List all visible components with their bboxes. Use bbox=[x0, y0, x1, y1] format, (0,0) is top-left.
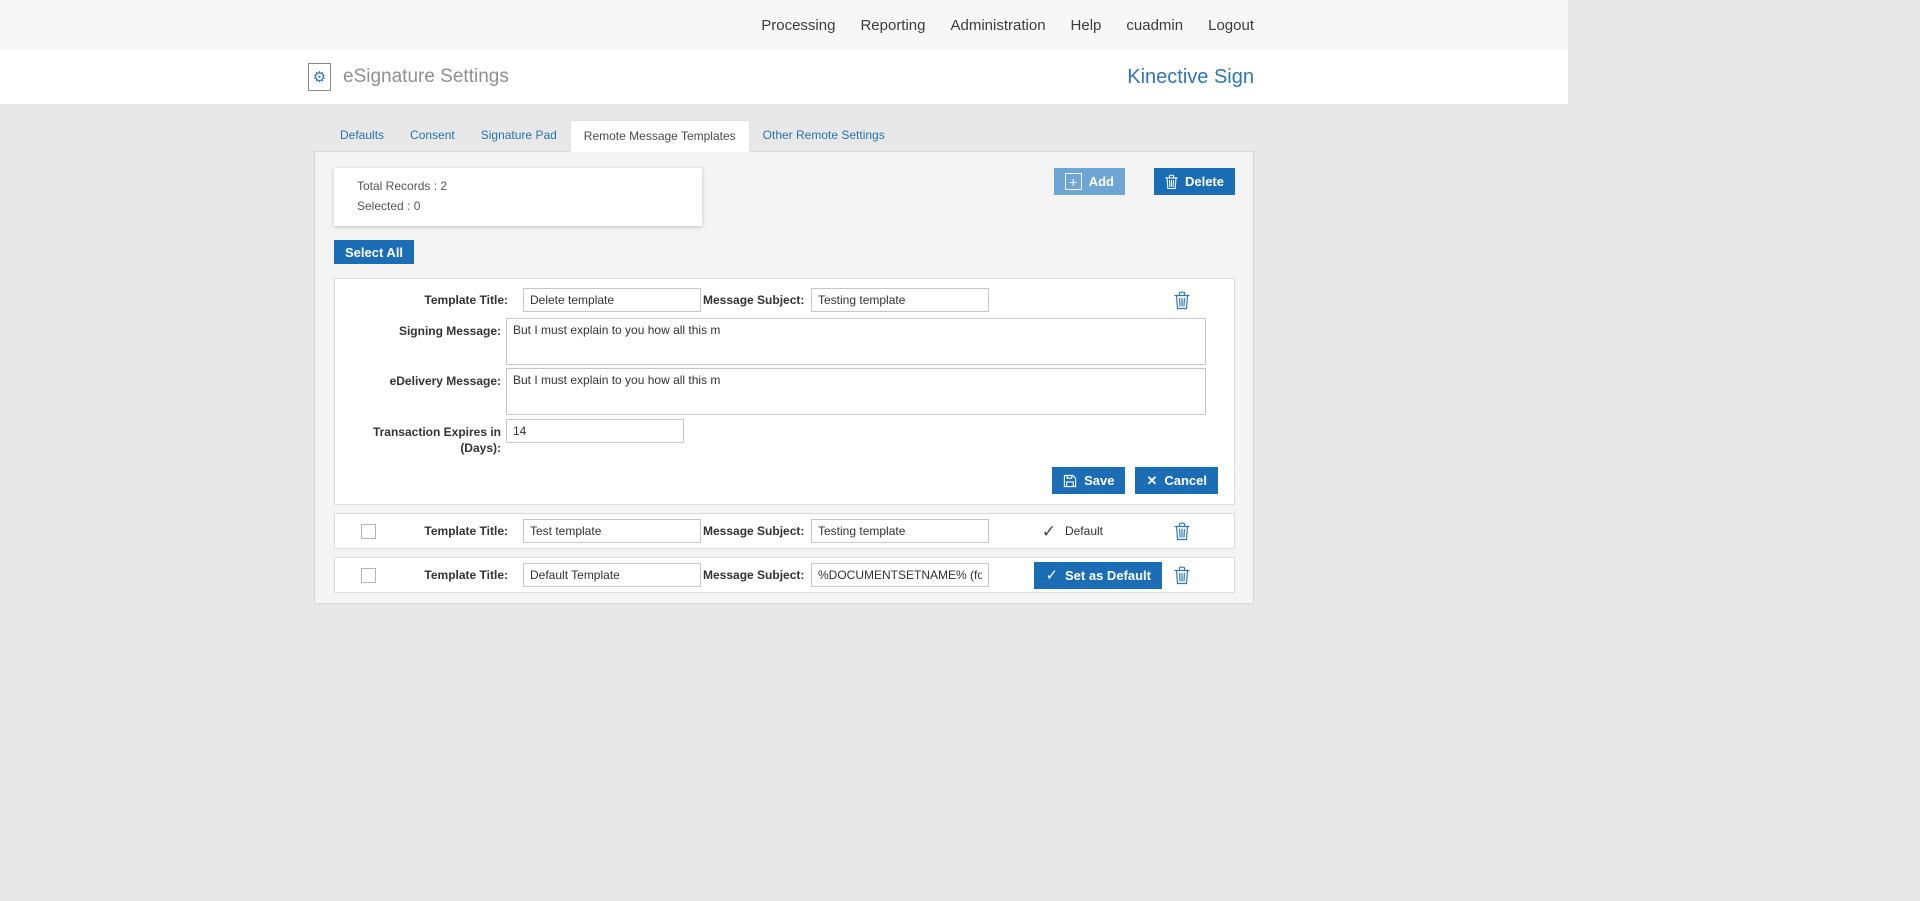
delete-button[interactable]: Delete bbox=[1154, 168, 1235, 195]
template-title-input[interactable] bbox=[523, 519, 701, 543]
message-subject-label: Message Subject: bbox=[703, 292, 803, 308]
transaction-expires-label: Transaction Expires in (Days): bbox=[351, 419, 501, 456]
top-navigation-bar: Processing Reporting Administration Help… bbox=[0, 0, 1568, 50]
signing-message-label: Signing Message: bbox=[351, 318, 501, 339]
transaction-expires-input[interactable] bbox=[506, 419, 684, 443]
tab-consent[interactable]: Consent bbox=[397, 120, 468, 151]
trash-icon bbox=[1165, 174, 1178, 190]
page: Processing Reporting Administration Help… bbox=[0, 0, 1568, 901]
header-title-group: ⚙ eSignature Settings bbox=[308, 63, 509, 91]
nav-item-administration[interactable]: Administration bbox=[951, 17, 1046, 34]
save-button[interactable]: Save bbox=[1052, 467, 1125, 494]
save-button-label: Save bbox=[1084, 473, 1114, 488]
set-as-default-label: Set as Default bbox=[1065, 568, 1151, 583]
message-subject-input[interactable] bbox=[811, 563, 989, 587]
settings-tabs: Defaults Consent Signature Pad Remote Me… bbox=[327, 120, 1254, 151]
trash-icon bbox=[1174, 522, 1190, 541]
trash-icon bbox=[1174, 291, 1190, 310]
nav-item-logout[interactable]: Logout bbox=[1208, 17, 1254, 34]
template-title-label: Template Title: bbox=[351, 292, 508, 308]
nav-item-cuadmin[interactable]: cuadmin bbox=[1126, 17, 1183, 34]
message-subject-input[interactable] bbox=[811, 519, 989, 543]
add-button-label: Add bbox=[1089, 174, 1114, 189]
save-icon bbox=[1063, 474, 1077, 488]
template-title-label: Template Title: bbox=[376, 523, 508, 539]
check-icon: ✓ bbox=[1042, 523, 1056, 540]
row-checkbox[interactable] bbox=[361, 568, 376, 583]
tab-signature-pad[interactable]: Signature Pad bbox=[468, 120, 570, 151]
app-header: ⚙ eSignature Settings Kinective Sign bbox=[0, 50, 1568, 105]
delete-template-button[interactable] bbox=[1174, 291, 1190, 310]
trash-icon bbox=[1174, 566, 1190, 585]
records-summary: Total Records : 2 Selected : 0 bbox=[334, 168, 702, 226]
tab-remote-message-templates[interactable]: Remote Message Templates bbox=[570, 120, 750, 152]
edelivery-message-textarea[interactable]: But I must explain to you how all this m bbox=[506, 368, 1206, 415]
total-records-text: Total Records : 2 bbox=[357, 176, 692, 196]
nav-item-processing[interactable]: Processing bbox=[761, 17, 835, 34]
message-subject-label: Message Subject: bbox=[703, 567, 803, 583]
nav-item-help[interactable]: Help bbox=[1071, 17, 1102, 34]
row-checkbox[interactable] bbox=[361, 524, 376, 539]
delete-template-button[interactable] bbox=[1174, 566, 1190, 585]
esignature-settings-icon: ⚙ bbox=[308, 63, 331, 91]
check-icon: ✓ bbox=[1045, 568, 1058, 583]
set-as-default-button[interactable]: ✓ Set as Default bbox=[1034, 562, 1162, 589]
cancel-button-label: Cancel bbox=[1164, 473, 1207, 488]
panel-actions: + Add bbox=[1054, 168, 1235, 195]
template-title-input[interactable] bbox=[523, 288, 701, 312]
message-subject-input[interactable] bbox=[811, 288, 989, 312]
tab-defaults[interactable]: Defaults bbox=[327, 120, 397, 151]
default-indicator: ✓ Default bbox=[1042, 523, 1103, 540]
plus-icon: + bbox=[1065, 173, 1082, 190]
cancel-button[interactable]: ✕ Cancel bbox=[1135, 467, 1218, 494]
template-row: Template Title: Message Subject: ✓ Defau… bbox=[334, 513, 1235, 549]
add-button[interactable]: + Add bbox=[1054, 168, 1125, 195]
template-title-label: Template Title: bbox=[376, 567, 508, 583]
delete-button-label: Delete bbox=[1185, 174, 1224, 189]
edelivery-message-label: eDelivery Message: bbox=[351, 368, 501, 389]
brand-title: Kinective Sign bbox=[1127, 66, 1254, 89]
nav-item-reporting[interactable]: Reporting bbox=[860, 17, 925, 34]
page-title: eSignature Settings bbox=[343, 66, 509, 88]
template-title-input[interactable] bbox=[523, 563, 701, 587]
template-row: Template Title: Message Subject: ✓ Set a… bbox=[334, 557, 1235, 593]
remote-message-templates-panel: Total Records : 2 Selected : 0 + Add bbox=[314, 151, 1254, 604]
tab-other-remote-settings[interactable]: Other Remote Settings bbox=[750, 120, 898, 151]
selected-count-text: Selected : 0 bbox=[357, 196, 692, 216]
delete-template-button[interactable] bbox=[1174, 522, 1190, 541]
default-label: Default bbox=[1065, 524, 1103, 538]
select-all-button[interactable]: Select All bbox=[334, 240, 414, 264]
message-subject-label: Message Subject: bbox=[703, 523, 803, 539]
template-editor-card: Template Title: Message Subject: bbox=[334, 278, 1235, 505]
signing-message-textarea[interactable]: But I must explain to you how all this m bbox=[506, 318, 1206, 365]
gear-icon: ⚙ bbox=[313, 68, 326, 86]
cancel-x-icon: ✕ bbox=[1146, 474, 1157, 487]
